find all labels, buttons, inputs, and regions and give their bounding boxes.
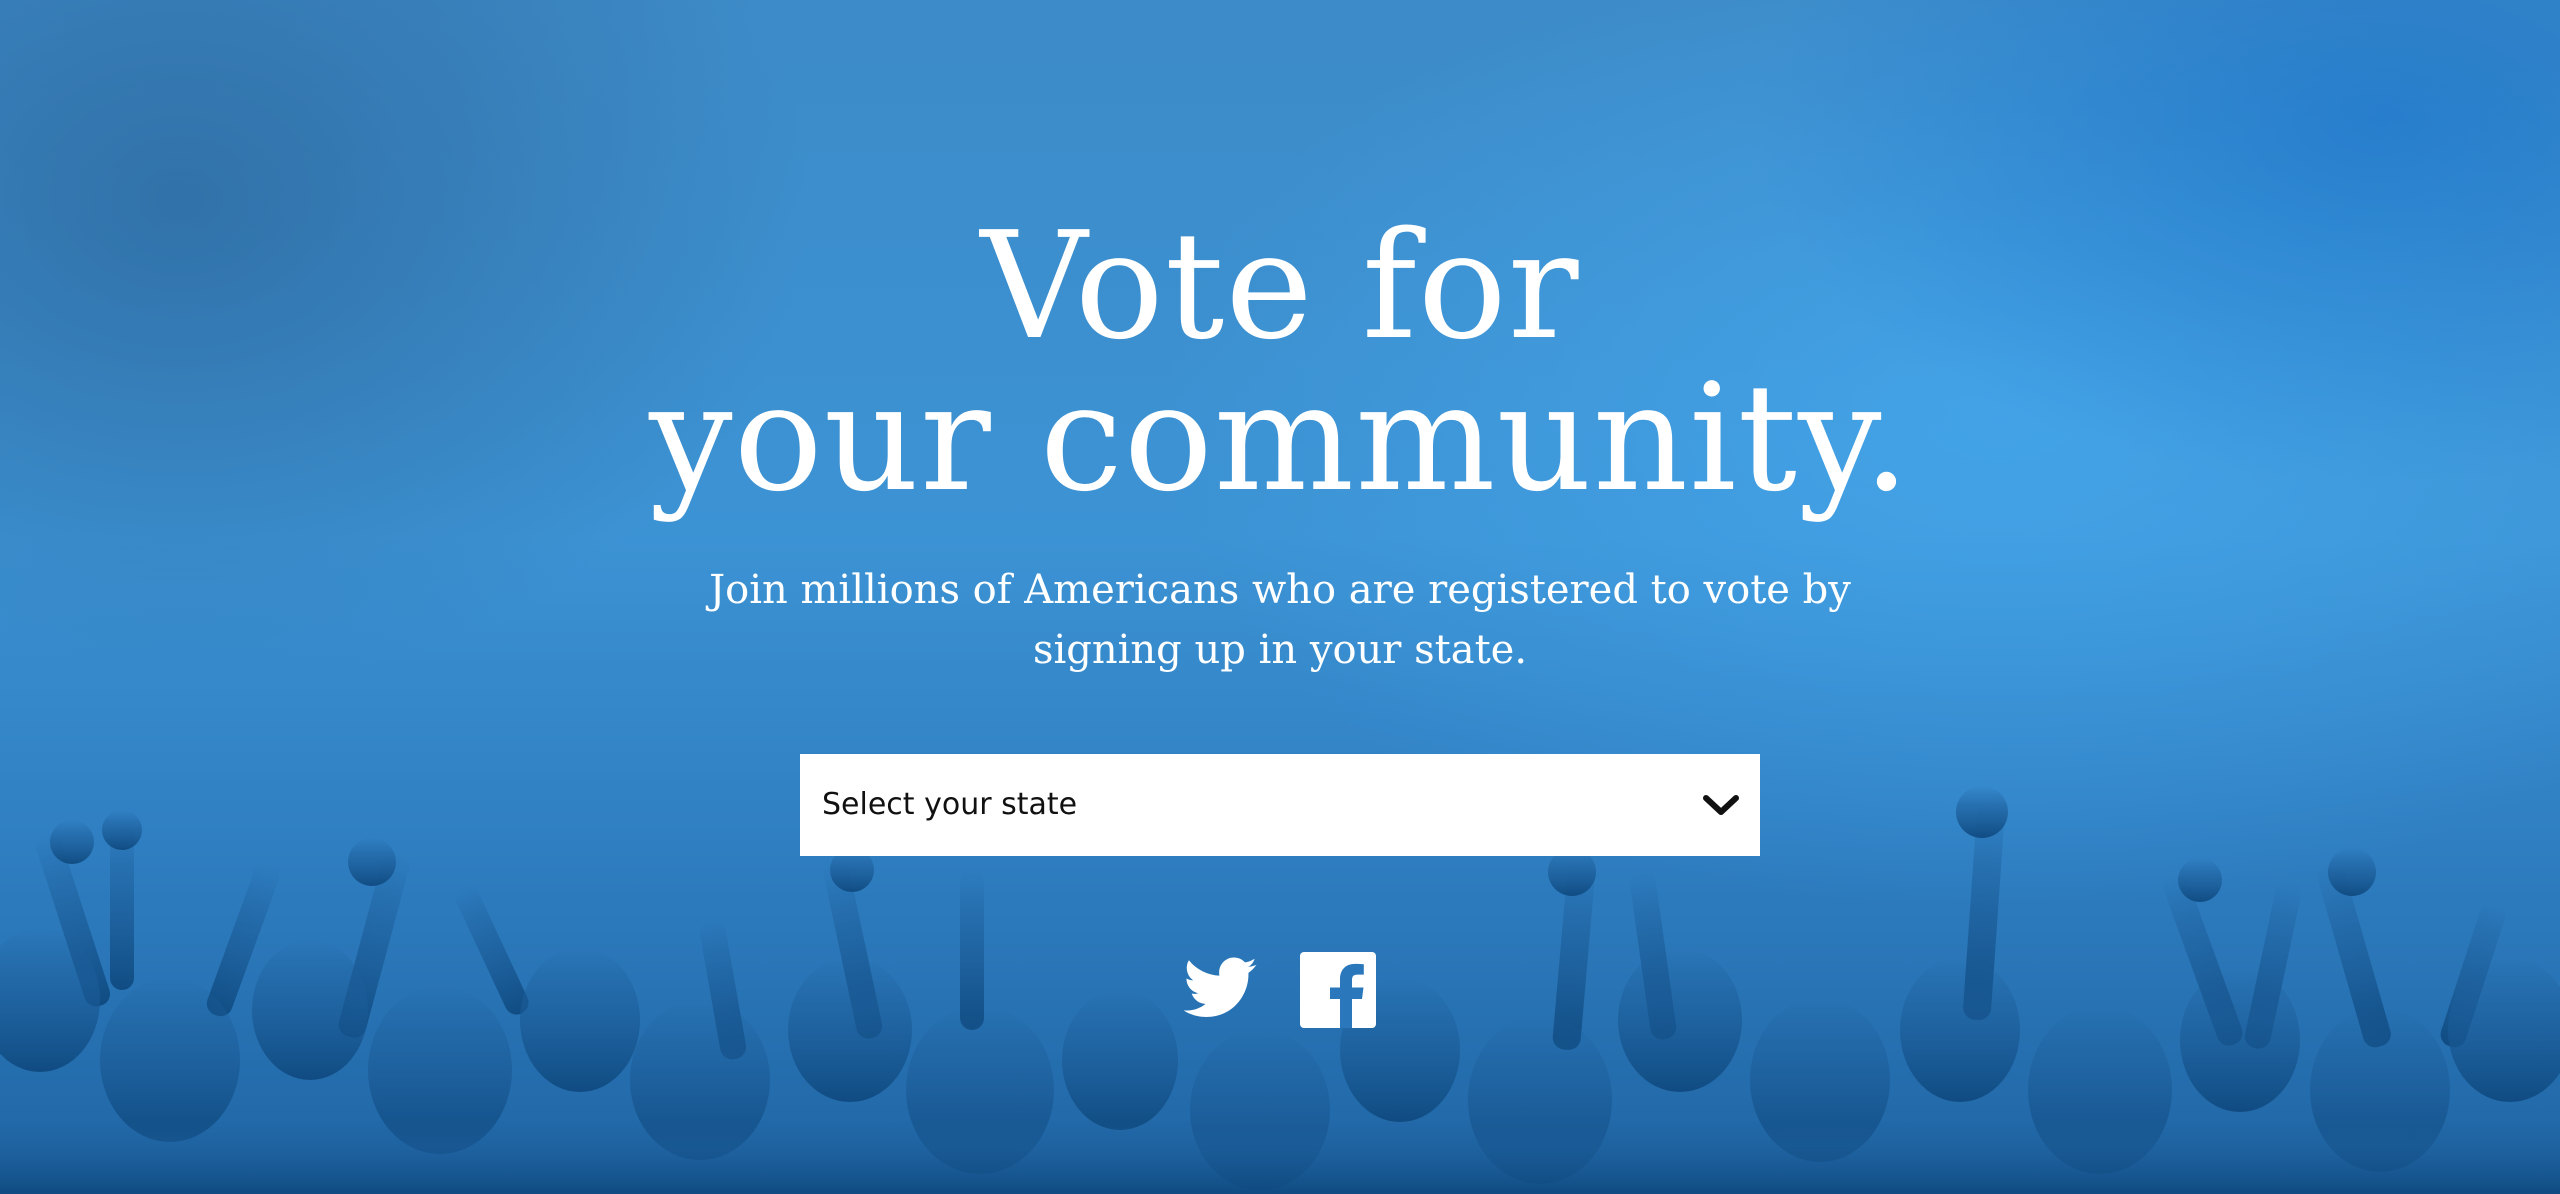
hero-subtitle-line-1: Join millions of Americans who are regis… xyxy=(709,567,1851,613)
state-select-placeholder: Select your state xyxy=(822,787,1078,822)
twitter-icon[interactable] xyxy=(1184,956,1258,1020)
hero-subtitle: Join millions of Americans who are regis… xyxy=(680,560,1880,680)
hero-title-line-1: Vote for xyxy=(980,200,1580,372)
state-select[interactable]: Select your state xyxy=(800,754,1760,856)
hero-content: Vote for your community. Join millions o… xyxy=(0,0,2560,1194)
social-links xyxy=(1184,952,1376,1032)
hero-section: Vote for your community. Join millions o… xyxy=(0,0,2560,1194)
facebook-icon[interactable] xyxy=(1300,952,1376,1028)
hero-title-line-2: your community. xyxy=(649,352,1911,524)
chevron-down-icon xyxy=(1703,795,1739,815)
hero-subtitle-line-2: signing up in your state. xyxy=(1032,627,1528,673)
hero-title: Vote for your community. xyxy=(0,210,2560,514)
